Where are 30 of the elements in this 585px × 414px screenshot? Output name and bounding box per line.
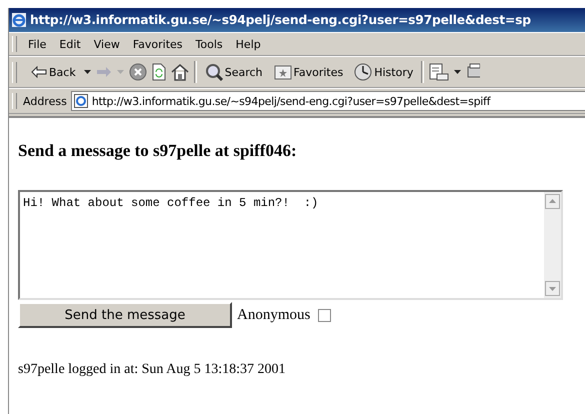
mail-icon[interactable]	[429, 63, 450, 81]
message-field[interactable]: Hi! What about some coffee in 5 min?! :)	[18, 190, 563, 300]
history-button[interactable]: History	[351, 63, 416, 81]
refresh-icon[interactable]	[152, 63, 166, 81]
menu-item[interactable]: File	[23, 38, 54, 50]
page-heading: Send a message to s97pelle at spiff046:	[18, 140, 298, 162]
anonymous-checkbox[interactable]	[318, 308, 332, 322]
window-title: http://w3.informatik.gu.se/~s94pelj/send-eng.cgi?user=s97pelle&dest=sp	[30, 13, 531, 27]
menu-item[interactable]: Help	[230, 38, 269, 50]
back-button[interactable]: Back	[28, 66, 79, 78]
caret-icon[interactable]	[454, 70, 462, 74]
clock-icon	[354, 63, 372, 81]
caret-icon[interactable]	[84, 70, 91, 74]
address-label: Address	[23, 94, 68, 108]
favorites-button[interactable]: Favorites	[270, 64, 346, 80]
menu-item[interactable]: Edit	[54, 38, 89, 50]
address-field[interactable]: http://w3.informatik.gu.se/~s94pelj/send-eng.cgi?user=s97pelle&dest=spiff	[70, 91, 585, 111]
home-icon[interactable]	[170, 63, 189, 81]
search-button[interactable]: Search	[202, 63, 266, 81]
menu-item[interactable]: View	[88, 38, 128, 50]
page-icon	[74, 94, 88, 108]
send-button[interactable]: Send the message	[18, 302, 232, 328]
search-icon	[204, 63, 223, 81]
login-status: s97pelle logged in at: Sun Aug 5 13:18:37 2001	[18, 362, 287, 378]
menu-item[interactable]: Favorites	[128, 38, 191, 50]
menu-item[interactable]: Tools	[190, 38, 231, 50]
stop-icon[interactable]	[128, 63, 147, 81]
anonymous-label: Anonymous	[237, 306, 310, 324]
browser-icon	[11, 12, 27, 28]
back-arrow-icon	[31, 66, 47, 78]
